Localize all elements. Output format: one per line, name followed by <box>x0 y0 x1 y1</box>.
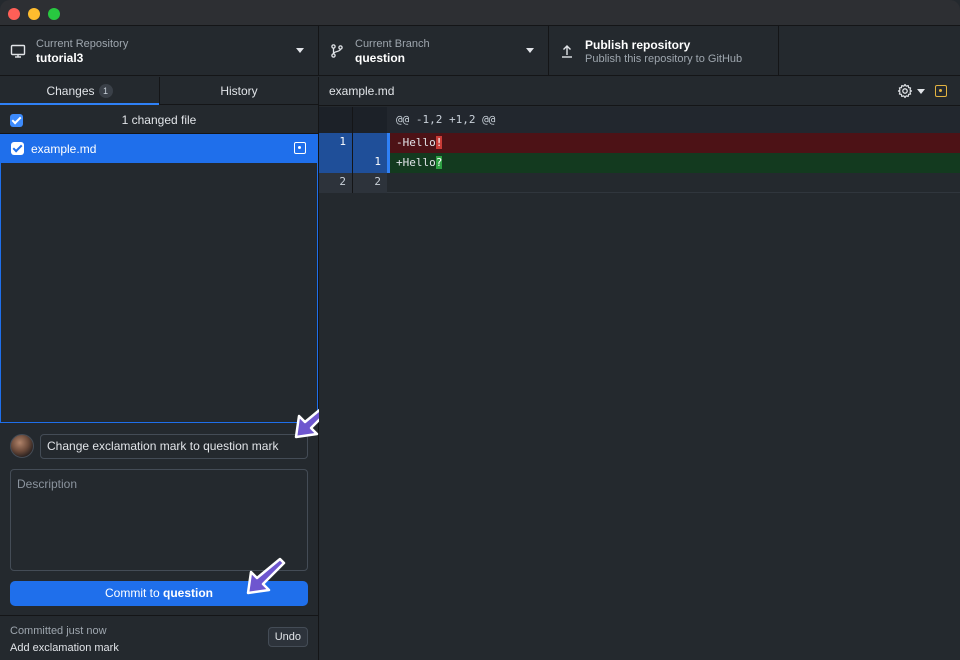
new-line-number <box>353 107 387 133</box>
changed-files-count: 1 changed file <box>121 113 197 127</box>
new-line-number: 2 <box>353 173 387 193</box>
hunk-header-row: @@ -1,2 +1,2 @@ <box>319 107 960 133</box>
diff-view: example.md @@ -1,2 +1,2 @@ 1 -Hello! 1 +… <box>319 77 960 660</box>
old-line-number: 1 <box>319 133 353 153</box>
changed-files-header: 1 changed file <box>0 106 318 134</box>
publish-repository-button[interactable]: Publish repository Publish this reposito… <box>549 26 779 76</box>
git-branch-icon <box>331 44 343 58</box>
changed-files-list: example.md <box>0 134 318 423</box>
diff-line-text: +Hello <box>396 156 436 169</box>
sidebar-tabs: Changes 1 History <box>0 77 318 105</box>
diff-line-code <box>387 173 960 193</box>
old-line-number <box>319 153 353 173</box>
chevron-down-icon <box>526 48 534 53</box>
file-checkbox[interactable] <box>11 142 24 155</box>
old-line-number <box>319 107 353 133</box>
tab-changes-label: Changes <box>46 84 95 98</box>
diff-line-code: -Hello! <box>387 133 960 153</box>
undo-button[interactable]: Undo <box>267 627 308 647</box>
old-line-number: 2 <box>319 173 353 193</box>
list-item[interactable]: example.md <box>1 134 317 163</box>
last-commit-message: Add exclamation mark <box>10 642 119 654</box>
branch-caption: Current Branch <box>355 38 430 50</box>
toolbar: Current Repository tutorial3 Current Bra… <box>0 26 960 76</box>
description-placeholder: Description <box>17 477 78 491</box>
branch-name: question <box>355 51 405 65</box>
deleted-char-highlight: ! <box>435 136 443 149</box>
tab-history[interactable]: History <box>159 77 318 105</box>
diff-line-code: +Hello? <box>387 153 960 173</box>
file-modified-icon <box>294 142 306 154</box>
diff-line-context[interactable]: 2 2 <box>319 173 960 193</box>
sidebar: Changes 1 History 1 changed file example.… <box>0 77 334 660</box>
last-commit-time: Committed just now <box>10 625 107 637</box>
zoom-window-button[interactable] <box>48 8 60 20</box>
new-line-number <box>353 133 387 153</box>
chevron-down-icon <box>296 48 304 53</box>
file-name: example.md <box>31 142 97 156</box>
avatar <box>10 434 34 458</box>
diff-line-deleted[interactable]: 1 -Hello! <box>319 133 960 153</box>
commit-button-branch: question <box>163 586 213 600</box>
commit-button-prefix: Commit to <box>104 586 163 600</box>
annotation-arrow-icon <box>246 557 286 595</box>
chevron-down-icon <box>917 89 925 94</box>
diff-file-name: example.md <box>329 84 395 98</box>
current-branch-button[interactable]: Current Branch question <box>319 26 549 76</box>
diff-line-added[interactable]: 1 +Hello? <box>319 153 960 173</box>
added-char-highlight: ? <box>435 156 443 169</box>
gear-icon[interactable] <box>897 83 913 99</box>
current-repository-button[interactable]: Current Repository tutorial3 <box>0 26 319 76</box>
repository-name: tutorial3 <box>36 51 84 65</box>
last-commit-panel: Committed just now Add exclamation mark … <box>0 615 318 660</box>
commit-summary-input[interactable]: Change exclamation mark to question mark <box>40 434 308 459</box>
publish-subtitle: Publish this repository to GitHub <box>585 53 743 65</box>
minimize-window-button[interactable] <box>28 8 40 20</box>
close-window-button[interactable] <box>8 8 20 20</box>
title-bar <box>0 0 960 26</box>
file-modified-icon <box>935 85 947 97</box>
tab-history-label: History <box>220 84 258 98</box>
repository-caption: Current Repository <box>36 38 129 50</box>
new-line-number: 1 <box>353 153 387 173</box>
hunk-header: @@ -1,2 +1,2 @@ <box>396 113 496 126</box>
tab-changes[interactable]: Changes 1 <box>0 77 159 105</box>
publish-title: Publish repository <box>585 38 691 52</box>
changes-count-badge: 1 <box>98 84 113 98</box>
diff-header: example.md <box>319 77 960 106</box>
diff-line-text: -Hello <box>396 136 436 149</box>
upload-icon <box>562 45 572 58</box>
desktop-icon <box>10 44 26 58</box>
